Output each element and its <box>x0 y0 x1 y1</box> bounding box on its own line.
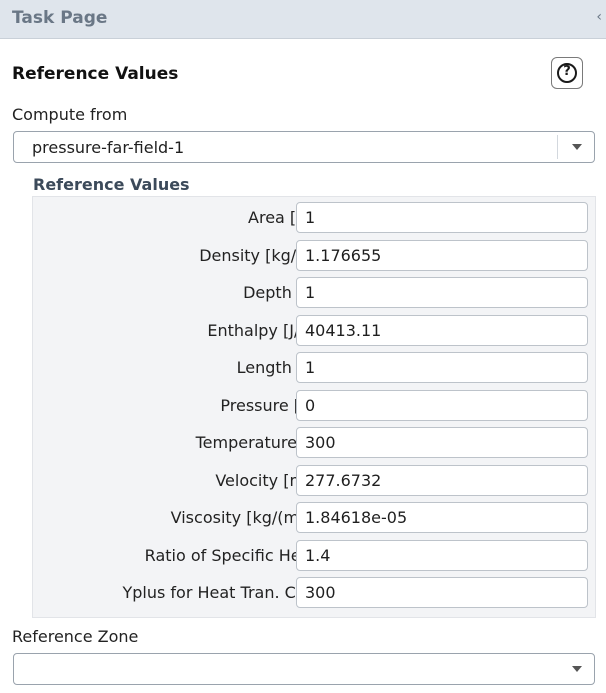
reference-value-row: Density [kg/m3] <box>33 237 597 275</box>
help-button[interactable]: ? <box>551 57 583 89</box>
compute-from-label: Compute from <box>12 105 128 124</box>
reference-value-input[interactable] <box>296 464 588 496</box>
reference-value-input[interactable] <box>296 577 588 608</box>
reference-value-input[interactable] <box>296 314 588 346</box>
reference-value-row: Ratio of Specific Heats <box>33 537 597 575</box>
compute-from-dropdown[interactable]: pressure-far-field-1 <box>13 131 595 163</box>
reference-values-group-title: Reference Values <box>33 175 190 194</box>
reference-value-input[interactable] <box>296 427 588 458</box>
reference-value-input[interactable] <box>296 502 588 533</box>
task-page-header: Task Page ‹ <box>0 0 606 39</box>
reference-value-input[interactable] <box>296 539 588 571</box>
reference-value-input[interactable] <box>296 277 588 308</box>
reference-value-input[interactable] <box>296 352 588 383</box>
reference-value-label: Yplus for Heat Tran. Coef. <box>122 583 325 602</box>
help-icon: ? <box>557 63 577 83</box>
reference-value-row: Temperature [K] <box>33 424 597 462</box>
section-title: Reference Values <box>12 64 179 84</box>
reference-value-row: Yplus for Heat Tran. Coef. <box>33 574 597 612</box>
reference-value-row: Pressure [Pa] <box>33 387 597 425</box>
reference-value-input[interactable] <box>296 202 588 233</box>
reference-value-row: Length [m] <box>33 349 597 387</box>
reference-value-row: Area [m2] <box>33 199 597 237</box>
reference-value-input[interactable] <box>296 239 588 271</box>
reference-value-input[interactable] <box>296 389 588 421</box>
chevron-down-icon[interactable] <box>572 666 582 672</box>
chevron-down-icon[interactable] <box>572 144 582 150</box>
collapse-icon[interactable]: ‹ <box>596 9 602 25</box>
reference-value-row: Enthalpy [J/kg] <box>33 312 597 350</box>
reference-zone-label: Reference Zone <box>12 627 139 646</box>
compute-from-value: pressure-far-field-1 <box>32 138 185 157</box>
dropdown-separator <box>557 135 558 159</box>
reference-values-group: Area [m2]Density [kg/m3]Depth [m]Enthalp… <box>32 196 596 618</box>
reference-value-row: Depth [m] <box>33 274 597 312</box>
task-page-title: Task Page <box>12 8 108 28</box>
reference-value-row: Velocity [m/s] <box>33 462 597 500</box>
reference-zone-dropdown[interactable] <box>13 653 595 685</box>
reference-value-row: Viscosity [kg/(m s)] <box>33 499 597 537</box>
